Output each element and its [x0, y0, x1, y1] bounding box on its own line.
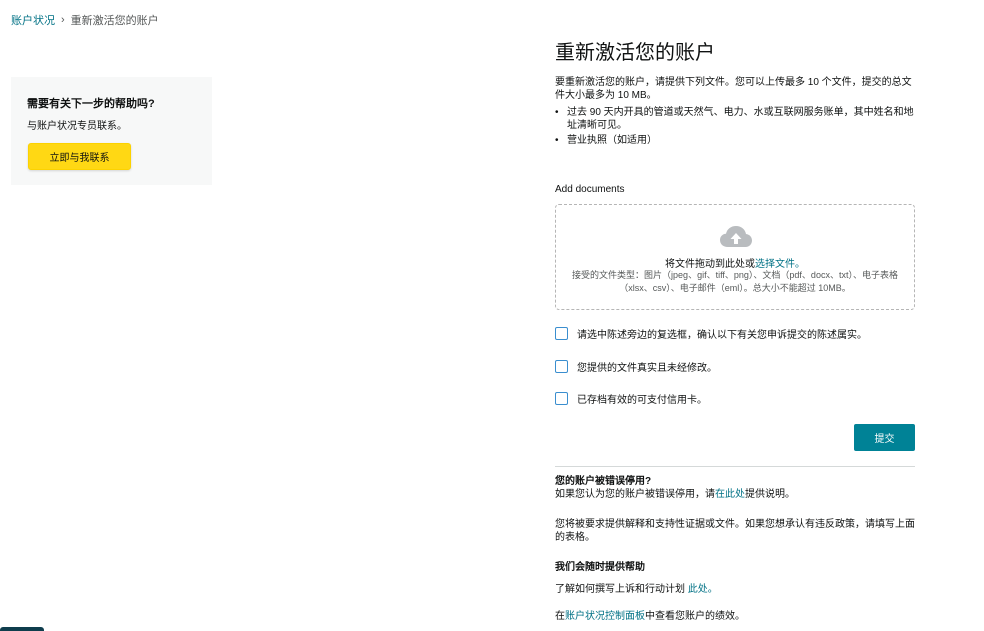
help-title: 我们会随时提供帮助	[555, 562, 645, 573]
dashboard-text-end: 中查看您账户的绩效。	[645, 611, 745, 622]
chevron-right-icon: ›	[61, 14, 65, 26]
wrong-suspension-text: 如果您认为您的账户被错误停用，请在此处提供说明。	[555, 488, 915, 501]
checkbox-row: 您提供的文件真实且未经修改。	[555, 359, 717, 374]
add-documents-label: Add documents	[555, 184, 625, 195]
feedback-tab[interactable]	[0, 627, 44, 631]
intro-text: 要重新激活您的账户，请提供下列文件。您可以上传最多 10 个文件，提交的总文件大…	[555, 77, 912, 101]
dashboard-note: 在账户状况控制面板中查看您账户的绩效。	[555, 610, 915, 623]
credit-card-on-file-checkbox[interactable]	[555, 392, 568, 405]
appeal-guide-text-start: 了解如何撰写上诉和行动计划	[555, 584, 688, 595]
appeal-guide-link[interactable]: 此处。	[688, 584, 718, 595]
help-card-description: 与账户状况专员联系。	[27, 121, 127, 132]
policy-note: 您将被要求提供解释和支持性证据或文件。如果您想承认有违反政策，请填写上面的表格。	[555, 519, 915, 543]
submit-button[interactable]: 提交	[854, 424, 915, 451]
requirements-list: 过去 90 天内开具的管道或天然气、电力、水或互联网服务账单，其中姓名和地址清晰…	[555, 106, 915, 147]
drop-instructions: 将文件拖动到此处或选择文件。	[556, 255, 914, 270]
wrong-suspension-text-end: 提供说明。	[745, 489, 795, 500]
confirm-statements-checkbox[interactable]	[555, 327, 568, 340]
explain-here-link[interactable]: 在此处	[715, 489, 745, 500]
file-dropzone[interactable]: 将文件拖动到此处或选择文件。 接受的文件类型：图片（jpeg、gif、tiff、…	[555, 204, 915, 310]
help-card: 需要有关下一步的帮助吗? 与账户状况专员联系。 立即与我联系	[11, 77, 212, 185]
wrong-suspension-block: 您的账户被错误停用? 如果您认为您的账户被错误停用，请在此处提供说明。	[555, 475, 915, 501]
breadcrumb: 账户状况 › 重新激活您的账户	[11, 12, 159, 28]
list-item: 营业执照（如适用）	[555, 134, 915, 147]
checkbox-label: 已存档有效的可支付信用卡。	[577, 395, 707, 406]
documents-authentic-checkbox[interactable]	[555, 360, 568, 373]
dashboard-text-start: 在	[555, 611, 565, 622]
page-title: 重新激活您的账户	[555, 42, 715, 64]
section-divider	[555, 466, 915, 467]
help-card-title: 需要有关下一步的帮助吗?	[27, 98, 155, 110]
contact-me-button[interactable]: 立即与我联系	[28, 143, 131, 170]
wrong-suspension-text-start: 如果您认为您的账户被错误停用，请	[555, 489, 715, 500]
checkbox-row: 已存档有效的可支付信用卡。	[555, 391, 707, 406]
help-block: 我们会随时提供帮助 了解如何撰写上诉和行动计划 此处。	[555, 561, 915, 596]
checkbox-row: 请选中陈述旁边的复选框，确认以下有关您申诉提交的陈述属实。	[555, 326, 867, 341]
checkbox-label: 您提供的文件真实且未经修改。	[577, 363, 717, 374]
account-health-dashboard-link[interactable]: 账户状况控制面板	[565, 611, 645, 622]
reactivate-section: 重新激活您的账户 要重新激活您的账户，请提供下列文件。您可以上传最多 10 个文…	[555, 40, 915, 149]
accepted-file-types: 接受的文件类型：图片（jpeg、gif、tiff、png）、文档（pdf、doc…	[572, 270, 898, 293]
checkbox-label: 请选中陈述旁边的复选框，确认以下有关您申诉提交的陈述属实。	[577, 330, 867, 341]
wrong-suspension-title: 您的账户被错误停用?	[555, 476, 652, 487]
cloud-upload-icon	[720, 226, 752, 247]
list-item: 过去 90 天内开具的管道或天然气、电力、水或互联网服务账单，其中姓名和地址清晰…	[555, 106, 915, 132]
breadcrumb-account-health-link[interactable]: 账户状况	[11, 12, 55, 28]
breadcrumb-current: 重新激活您的账户	[70, 15, 159, 27]
appeal-guide-text: 了解如何撰写上诉和行动计划 此处。	[555, 583, 915, 596]
